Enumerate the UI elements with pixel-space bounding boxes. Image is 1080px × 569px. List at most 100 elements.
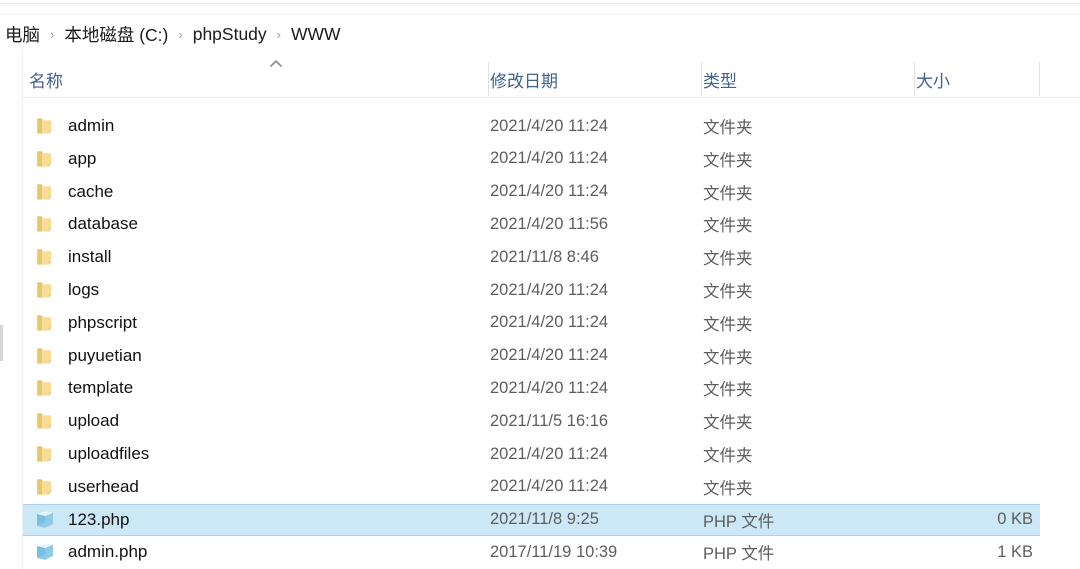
- file-list-row[interactable]: admin 2021/4/20 11:24 文件夹: [23, 110, 1040, 142]
- file-date-modified: 2021/11/8 9:25: [490, 510, 599, 529]
- file-date-modified: 2021/4/20 11:24: [490, 378, 609, 397]
- column-resize-handle-1[interactable]: [488, 62, 489, 96]
- file-type: 文件夹: [703, 250, 753, 269]
- file-type: PHP 文件: [703, 512, 775, 531]
- file-list-row[interactable]: cache 2021/4/20 11:24 文件夹: [23, 176, 1040, 208]
- folder-icon: [34, 182, 56, 202]
- column-resize-handle-2[interactable]: [701, 62, 702, 96]
- file-date-modified: 2021/4/20 11:24: [490, 313, 609, 332]
- file-type: 文件夹: [703, 119, 753, 137]
- file-name-cell[interactable]: template: [34, 378, 484, 398]
- file-name-label: userhead: [68, 476, 139, 496]
- breadcrumb-separator-icon: ›: [178, 26, 183, 42]
- file-date-modified: 2021/4/20 11:24: [490, 477, 609, 496]
- column-header-date-modified[interactable]: 修改日期: [490, 52, 702, 97]
- file-list-row[interactable]: uploadfiles 2021/4/20 11:24 文件夹: [23, 438, 1040, 470]
- folder-icon: [34, 313, 56, 333]
- top-divider-lower: [0, 14, 1080, 15]
- column-header-row: 名称 修改日期 类型 大小: [23, 52, 1080, 97]
- file-name-cell[interactable]: upload: [34, 411, 484, 431]
- file-list-row[interactable]: 123.php 2021/11/8 9:25 PHP 文件 0 KB: [23, 503, 1040, 536]
- column-header-type-label: 类型: [703, 72, 737, 91]
- file-list[interactable]: admin 2021/4/20 11:24 文件夹 app 2021/4/20 11:2…: [23, 110, 1080, 569]
- folder-icon: [34, 411, 56, 431]
- file-name-cell[interactable]: install: [34, 247, 484, 267]
- file-date-modified: 2021/4/20 11:24: [490, 149, 609, 168]
- file-list-row[interactable]: app 2021/4/20 11:24 文件夹: [23, 143, 1040, 175]
- file-list-row[interactable]: logs 2021/4/20 11:24 文件夹: [23, 274, 1040, 306]
- file-name-cell[interactable]: database: [34, 214, 484, 234]
- file-date-modified: 2021/4/20 11:24: [490, 182, 609, 201]
- file-name-cell[interactable]: userhead: [34, 477, 484, 497]
- file-type: 文件夹: [703, 184, 753, 203]
- breadcrumb-item-1[interactable]: 电脑: [2, 21, 43, 48]
- file-name-label: logs: [68, 280, 100, 299]
- file-type: 文件夹: [703, 414, 753, 433]
- folder-icon: [34, 247, 56, 267]
- file-date-modified: 2017/11/19 10:39: [490, 542, 618, 561]
- file-name-cell[interactable]: puyuetian: [34, 346, 484, 366]
- breadcrumb-separator-icon: ›: [276, 26, 282, 42]
- file-name-cell[interactable]: admin: [34, 116, 484, 136]
- folder-icon: [34, 378, 56, 398]
- file-name-cell[interactable]: 123.php: [34, 510, 484, 530]
- file-list-row[interactable]: install 2021/11/8 8:46 文件夹: [23, 241, 1040, 273]
- column-resize-handle-3[interactable]: [914, 62, 915, 96]
- file-list-row[interactable]: template 2021/4/20 11:24 文件夹: [23, 372, 1040, 404]
- breadcrumb[interactable]: 电脑 › 本地磁盘 (C:) › phpStudy › WWW: [0, 18, 1080, 50]
- file-name-label: admin.php: [68, 542, 148, 562]
- file-date-modified: 2021/11/8 8:46: [490, 247, 599, 266]
- file-list-row[interactable]: admin.php 2017/11/19 10:39 PHP 文件 1 KB: [23, 536, 1040, 568]
- file-list-row[interactable]: upload 2021/11/5 16:16 文件夹: [23, 405, 1040, 437]
- column-header-date-label: 修改日期: [490, 72, 558, 91]
- file-list-row[interactable]: database 2021/4/20 11:56 文件夹: [23, 208, 1040, 240]
- folder-icon: [34, 280, 56, 300]
- file-name-cell[interactable]: phpscript: [34, 313, 484, 333]
- file-list-row[interactable]: puyuetian 2021/4/20 11:24 文件夹: [23, 340, 1040, 372]
- folder-icon: [34, 477, 56, 497]
- breadcrumb-item-2[interactable]: 本地磁盘 (C:): [61, 21, 171, 48]
- file-type: 文件夹: [703, 217, 753, 236]
- file-name-label: 123.php: [68, 509, 130, 529]
- file-name-cell[interactable]: admin.php: [34, 542, 484, 562]
- file-name-label: database: [68, 214, 138, 234]
- file-name-cell[interactable]: cache: [34, 182, 484, 202]
- folder-icon: [34, 444, 56, 464]
- column-header-size-label: 大小: [916, 72, 950, 91]
- column-header-name[interactable]: 名称: [29, 52, 484, 97]
- file-name-label: phpscript: [68, 312, 137, 332]
- column-header-type[interactable]: 类型: [703, 52, 915, 97]
- file-list-row[interactable]: userhead 2021/4/20 11:24 文件夹: [23, 471, 1040, 503]
- file-name-label: template: [68, 378, 134, 398]
- breadcrumb-item-4[interactable]: WWW: [288, 23, 344, 46]
- file-date-modified: 2021/4/20 11:24: [490, 280, 609, 299]
- folder-icon: [34, 214, 56, 234]
- file-list-row[interactable]: phpscript 2021/4/20 11:24 文件夹: [23, 307, 1040, 339]
- column-header-name-label: 名称: [29, 72, 63, 91]
- navigation-pane-splitter[interactable]: [0, 325, 3, 361]
- file-type: 文件夹: [703, 479, 753, 498]
- column-resize-handle-4[interactable]: [1039, 62, 1040, 96]
- file-date-modified: 2021/4/20 11:56: [490, 214, 609, 233]
- folder-icon: [34, 346, 56, 366]
- file-name-cell[interactable]: uploadfiles: [34, 444, 484, 464]
- file-type: 文件夹: [703, 348, 753, 367]
- file-type: 文件夹: [703, 283, 753, 301]
- php-file-icon: [34, 542, 56, 562]
- file-name-label: uploadfiles: [68, 444, 150, 463]
- file-name-cell[interactable]: logs: [34, 280, 484, 300]
- file-name-label: app: [68, 148, 97, 168]
- file-name-label: upload: [68, 411, 120, 431]
- file-name-cell[interactable]: app: [34, 149, 484, 169]
- file-date-modified: 2021/11/5 16:16: [490, 411, 609, 430]
- breadcrumb-separator-icon: ›: [50, 26, 55, 42]
- file-date-modified: 2021/4/20 11:24: [490, 444, 609, 463]
- folder-icon: [34, 116, 56, 136]
- php-file-icon: [34, 510, 56, 530]
- file-date-modified: 2021/4/20 11:24: [490, 346, 609, 365]
- file-type: PHP 文件: [703, 545, 775, 564]
- file-type: 文件夹: [703, 447, 753, 465]
- folder-icon: [34, 149, 56, 169]
- file-type: 文件夹: [703, 315, 753, 334]
- breadcrumb-item-3[interactable]: phpStudy: [190, 23, 270, 46]
